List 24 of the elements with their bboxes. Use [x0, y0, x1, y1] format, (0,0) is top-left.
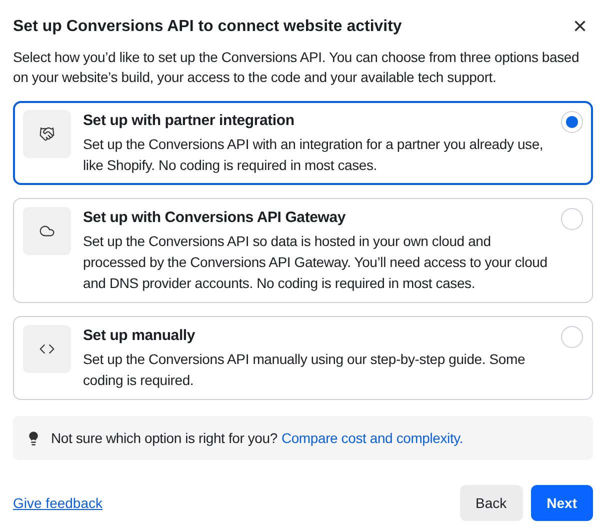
lightbulb-icon	[26, 430, 41, 446]
option-description: Set up the Conversions API so data is hosted in your own cloud and processed by the Conversions API Gateway. You’ll need access to your cloud and DNS provider accounts. No coding is required in most cases.	[83, 232, 548, 293]
tip-text: Not sure which option is right for you?	[51, 428, 278, 448]
option-title: Set up manually	[83, 326, 196, 346]
option-description: Set up the Conversions API manually using our step-by-step guide. Some coding is required.	[83, 350, 526, 390]
feedback-link[interactable]: Give feedback	[13, 492, 102, 514]
radio-button[interactable]	[561, 111, 583, 133]
option-card[interactable]: Set up manually Set up the Conversions API manually using our step-by-step guide. Some coding is required.	[13, 316, 593, 400]
option-description: Set up the Conversions API with an integration for a partner you already use, like Shopify. No coding is required in most cases.	[83, 135, 544, 175]
option-title: Set up with Conversions API Gateway	[83, 208, 347, 228]
close-button[interactable]: ×	[572, 15, 593, 39]
option-card[interactable]	[13, 198, 593, 303]
dialog-title: Set up Conversions API to connect website activity	[13, 17, 402, 37]
intro-text: Select how you’d like to set up the Conversions API. You can choose from three options based on your website’s build, your access to the code and your available tech support.	[13, 48, 580, 87]
radio-button[interactable]	[561, 208, 583, 230]
radio-button[interactable]	[561, 326, 583, 348]
compare-link[interactable]: Compare cost and complexity.	[281, 428, 464, 448]
option-card[interactable]: Set up with partner integration Set up the Conversions API with an integration for a partner you already use, like Shopify. No coding is required in most cases.	[13, 101, 593, 185]
back-button[interactable]: Back	[460, 485, 523, 521]
handshake-icon	[23, 110, 71, 158]
cloud-icon	[23, 207, 71, 255]
option-title: Set up with partner integration	[83, 111, 296, 131]
next-button[interactable]: Next	[530, 485, 593, 521]
code-icon	[23, 325, 71, 373]
